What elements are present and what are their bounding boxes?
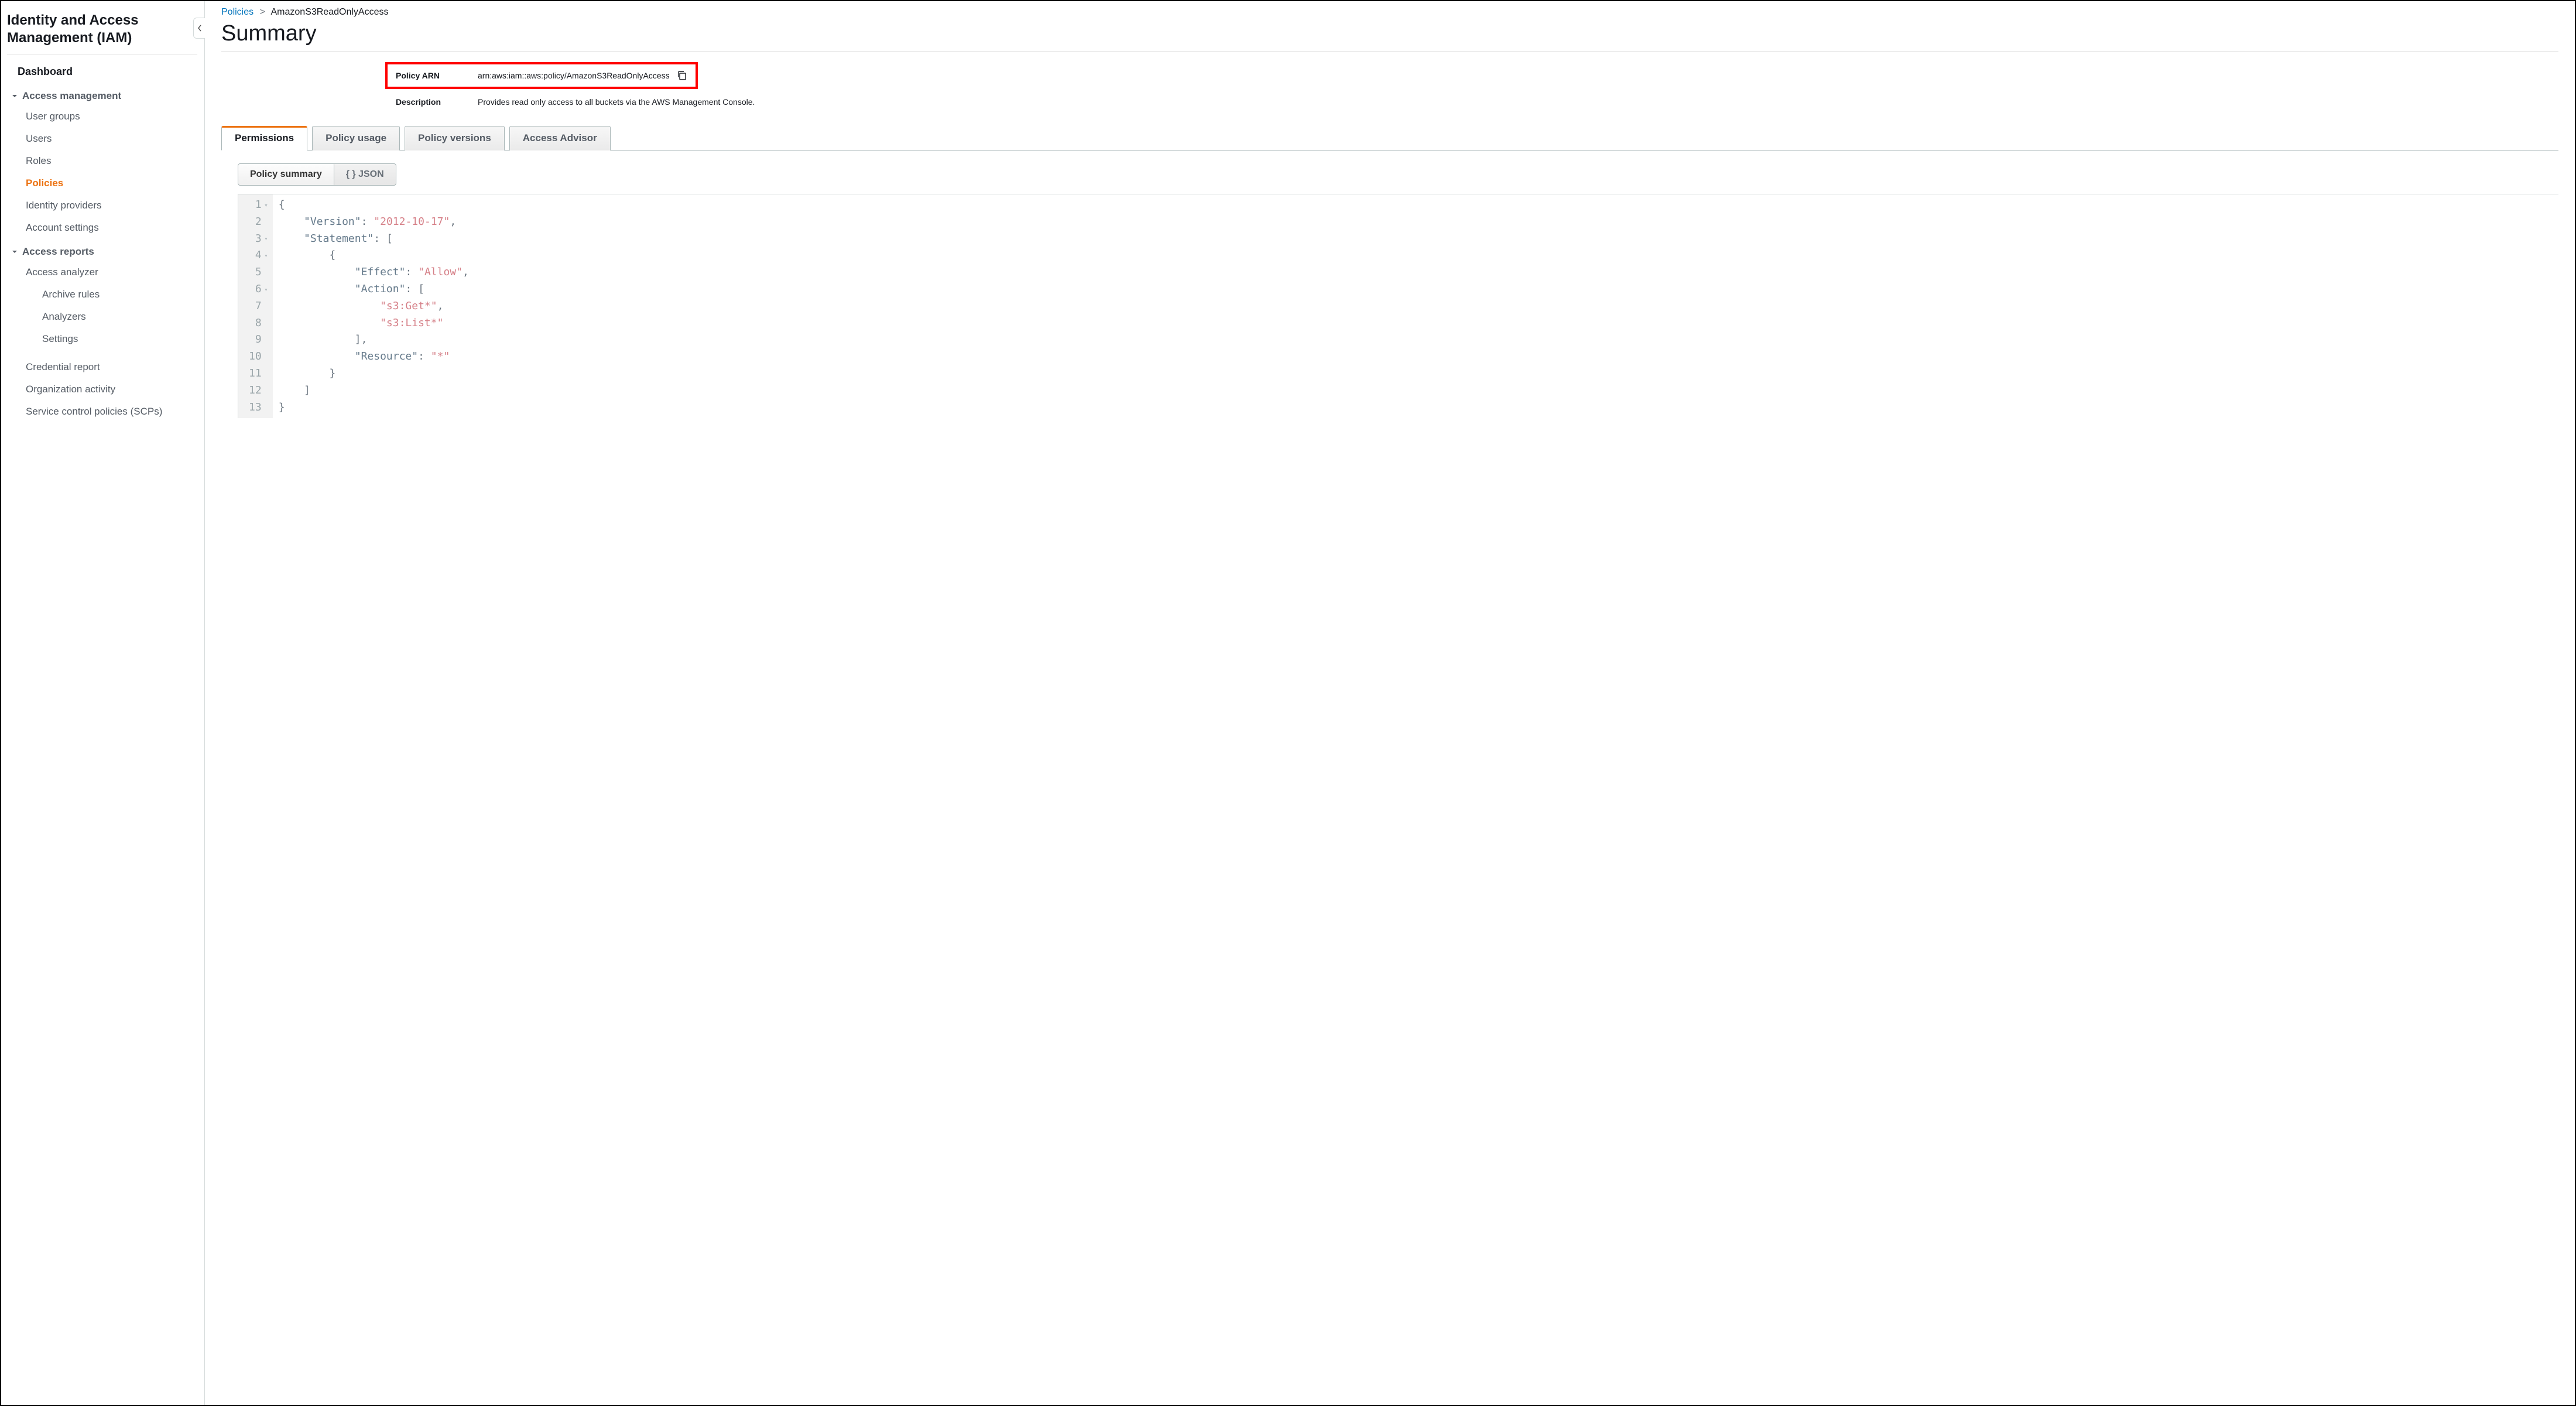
fold-icon[interactable]: ▾ — [263, 251, 268, 261]
nav-scps[interactable]: Service control policies (SCPs) — [7, 401, 204, 423]
description-row: Description Provides read only access to… — [388, 91, 2558, 115]
line-number: 2 — [255, 214, 262, 231]
code-token: { — [329, 249, 335, 261]
nav-section-access-management[interactable]: Access management — [7, 83, 204, 105]
code-token: "2012-10-17" — [374, 215, 450, 228]
nav-roles[interactable]: Roles — [7, 150, 204, 172]
json-editor: 1▾ 2 3▾ 4▾ 5 6▾ 7 8 9 10 11 12 13 { "Ver… — [238, 194, 2558, 418]
code-token: "*" — [431, 350, 450, 362]
nav-access-analyzer[interactable]: Access analyzer — [7, 261, 204, 283]
main-content: Policies > AmazonS3ReadOnlyAccess Summar… — [205, 1, 2575, 1405]
description-value: Provides read only access to all buckets… — [478, 97, 755, 107]
line-number: 6 — [255, 281, 262, 298]
nav-user-groups[interactable]: User groups — [7, 105, 204, 128]
nav-analyzer-settings[interactable]: Settings — [7, 328, 204, 350]
chevron-left-icon — [197, 25, 202, 32]
tabs: Permissions Policy usage Policy versions… — [221, 125, 2558, 150]
policy-arn-highlight: Policy ARN arn:aws:iam::aws:policy/Amazo… — [385, 62, 698, 89]
code-token: "Allow" — [418, 266, 463, 278]
json-code[interactable]: { "Version": "2012-10-17", "Statement": … — [273, 194, 475, 418]
line-number: 3 — [255, 231, 262, 248]
sidebar: Identity and Access Management (IAM) Das… — [1, 1, 205, 1405]
nav-archive-rules[interactable]: Archive rules — [7, 283, 204, 306]
tab-permissions[interactable]: Permissions — [221, 126, 307, 150]
caret-down-icon — [12, 93, 18, 99]
nav-users[interactable]: Users — [7, 128, 204, 150]
fold-icon[interactable]: ▾ — [263, 200, 268, 211]
policy-arn-value: arn:aws:iam::aws:policy/AmazonS3ReadOnly… — [478, 71, 670, 80]
nav-account-settings[interactable]: Account settings — [7, 217, 204, 239]
code-token: } — [329, 367, 335, 379]
breadcrumb: Policies > AmazonS3ReadOnlyAccess — [221, 7, 2558, 18]
nav-analyzers[interactable]: Analyzers — [7, 306, 204, 328]
line-number: 8 — [255, 315, 262, 332]
fold-icon[interactable]: ▾ — [263, 234, 268, 244]
code-token: "s3:List*" — [380, 317, 443, 329]
code-token: ], — [355, 333, 368, 345]
nav-identity-providers[interactable]: Identity providers — [7, 194, 204, 217]
nav-policies[interactable]: Policies — [7, 172, 204, 194]
line-number: 4 — [255, 247, 262, 264]
view-toggle: Policy summary { } JSON — [238, 163, 2558, 186]
line-number: 13 — [249, 399, 262, 416]
breadcrumb-separator: > — [260, 7, 265, 17]
caret-down-icon — [12, 249, 18, 255]
line-gutter: 1▾ 2 3▾ 4▾ 5 6▾ 7 8 9 10 11 12 13 — [238, 194, 273, 418]
line-number: 10 — [249, 348, 262, 365]
code-token: ] — [304, 384, 310, 396]
code-token: "Version" — [304, 215, 361, 228]
description-label: Description — [396, 97, 478, 107]
sidebar-collapse-handle[interactable] — [193, 18, 205, 39]
policy-arn-label: Policy ARN — [396, 71, 478, 80]
code-token: "s3:Get*" — [380, 300, 437, 312]
line-number: 1 — [255, 197, 262, 214]
code-token: "Effect" — [355, 266, 406, 278]
line-number: 7 — [255, 298, 262, 315]
subtab-json[interactable]: { } JSON — [334, 163, 396, 186]
breadcrumb-current: AmazonS3ReadOnlyAccess — [271, 7, 389, 17]
breadcrumb-root[interactable]: Policies — [221, 7, 254, 17]
code-token: "Action" — [355, 283, 406, 295]
nav-section-label: Access management — [22, 90, 121, 102]
nav-organization-activity[interactable]: Organization activity — [7, 378, 204, 401]
nav-dashboard[interactable]: Dashboard — [7, 60, 204, 83]
fold-icon[interactable]: ▾ — [263, 285, 268, 295]
code-token: { — [279, 199, 285, 211]
line-number: 12 — [249, 382, 262, 399]
sidebar-title: Identity and Access Management (IAM) — [7, 7, 197, 54]
nav-section-access-reports[interactable]: Access reports — [7, 239, 204, 261]
code-token: } — [279, 401, 285, 413]
tab-policy-usage[interactable]: Policy usage — [312, 126, 400, 150]
line-number: 5 — [255, 264, 262, 281]
tab-access-advisor[interactable]: Access Advisor — [509, 126, 611, 150]
copy-icon[interactable] — [677, 70, 687, 81]
line-number: 11 — [249, 365, 262, 382]
tab-policy-versions[interactable]: Policy versions — [405, 126, 505, 150]
nav-section-label: Access reports — [22, 246, 94, 258]
subtab-policy-summary[interactable]: Policy summary — [238, 163, 334, 186]
code-token: "Resource" — [355, 350, 418, 362]
nav-credential-report[interactable]: Credential report — [7, 356, 204, 378]
line-number: 9 — [255, 331, 262, 348]
code-token: "Statement" — [304, 232, 374, 245]
page-title: Summary — [221, 21, 2558, 52]
